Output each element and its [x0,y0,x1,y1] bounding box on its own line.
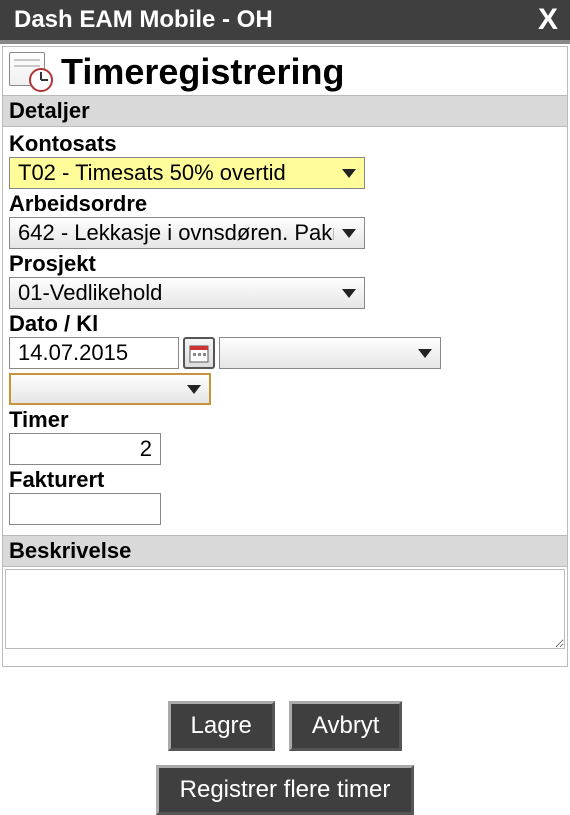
calendar-button[interactable] [183,337,215,369]
input-timer-value: 2 [140,436,152,462]
select-prosjekt[interactable]: 01-Vedlikehold [9,277,365,309]
chevron-down-icon [342,229,356,238]
lagre-button[interactable]: Lagre [168,701,275,751]
close-icon[interactable]: X [538,5,558,35]
label-timer: Timer [9,407,561,433]
chevron-down-icon [342,169,356,178]
input-dato[interactable]: 14.07.2015 [9,337,179,369]
select-time-from[interactable] [219,337,441,369]
chevron-down-icon [342,289,356,298]
select-arbeidsordre-value: 642 - Lekkasje i ovnsdøren. Pakning [18,220,334,246]
input-timer[interactable]: 2 [9,433,161,465]
textarea-beskrivelse[interactable] [5,569,565,649]
registrer-flere-button[interactable]: Registrer flere timer [156,765,414,815]
chevron-down-icon [418,349,432,358]
page-title: Timeregistrering [61,51,344,93]
label-fakturert: Fakturert [9,467,561,493]
titlebar: Dash EAM Mobile - OH X [0,0,570,44]
label-kontosats: Kontosats [9,131,561,157]
select-kontosats[interactable]: T02 - Timesats 50% overtid [9,157,365,189]
avbryt-button[interactable]: Avbryt [289,701,403,751]
section-beskrivelse: Beskrivelse [3,535,567,567]
form-panel: Timeregistrering Detaljer Kontosats T02 … [2,46,568,667]
select-arbeidsordre[interactable]: 642 - Lekkasje i ovnsdøren. Pakning [9,217,365,249]
time-registration-icon [9,52,53,92]
label-arbeidsordre: Arbeidsordre [9,191,561,217]
button-row: Lagre Avbryt Registrer flere timer [0,701,570,815]
page-header: Timeregistrering [3,47,567,95]
calendar-icon [189,343,209,363]
app-title: Dash EAM Mobile - OH [14,6,273,34]
chevron-down-icon [187,385,201,394]
input-dato-value: 14.07.2015 [18,340,128,366]
select-prosjekt-value: 01-Vedlikehold [18,280,334,306]
select-kontosats-value: T02 - Timesats 50% overtid [18,160,334,186]
input-fakturert[interactable] [9,493,161,525]
section-detaljer: Detaljer [3,95,567,127]
label-prosjekt: Prosjekt [9,251,561,277]
select-time-to[interactable] [9,373,211,405]
label-dato: Dato / Kl [9,311,561,337]
